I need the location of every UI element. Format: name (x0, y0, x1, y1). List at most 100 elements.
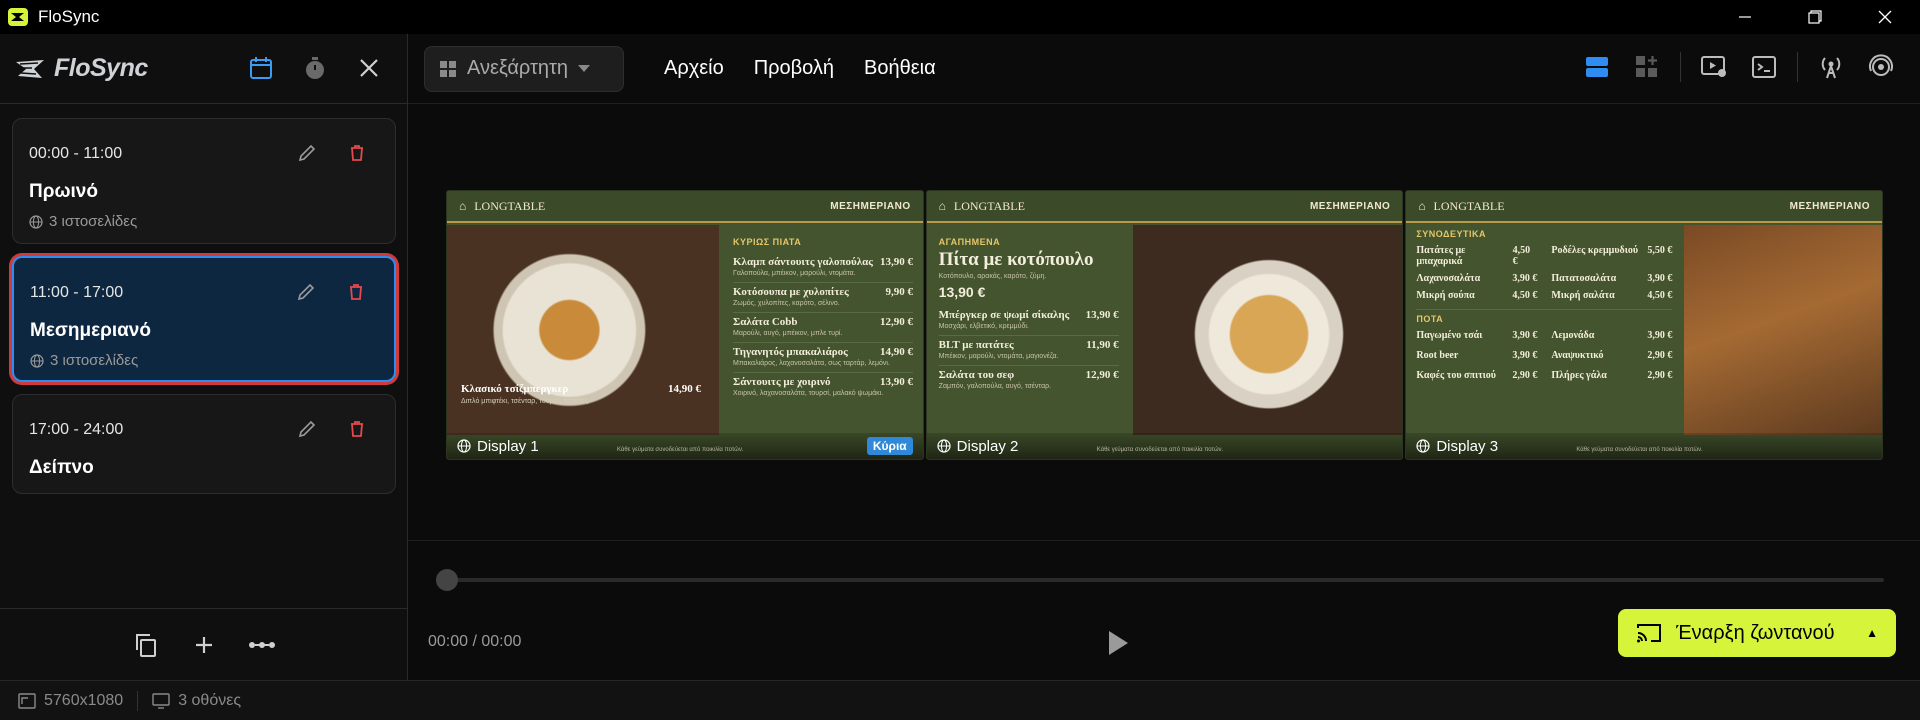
item-desc: Γαλοπούλα, μπέικον, μαρούλι, ντομάτα. (733, 270, 856, 277)
board-header: ⌂ LONGTABLE ΜΕΣΗΜΕΡΙΑΝΟ (926, 191, 1403, 223)
flosync-logo-icon (16, 59, 44, 78)
item-name: Πλήρες γάλα (1551, 370, 1607, 381)
main-area: Ανεξάρτητη Αρχείο Προβολή Βοήθεια ⌂ LONG… (408, 34, 1920, 680)
item-desc: Μπακαλιάρος, λαχανοσαλάτα, σως ταρτάρ, λ… (733, 360, 890, 367)
add-schedule-button[interactable] (190, 631, 218, 659)
board-brand: LONGTABLE (474, 198, 546, 213)
play-icon (1109, 631, 1128, 655)
display-canvas: ⌂ LONGTABLE ΜΕΣΗΜΕΡΙΑΝΟ Κλασικό τσίζμπεργ… (446, 190, 1884, 460)
item-desc: Ζωμός, χυλοπίτες, καρότο, σέλινο. (733, 300, 840, 307)
item-price: 3,90 € (1512, 350, 1538, 361)
play-button[interactable] (1098, 623, 1138, 663)
delete-schedule-button[interactable] (343, 415, 371, 443)
item-name: Λεμονάδα (1551, 330, 1595, 341)
schedule-title: Πρωινό (29, 181, 98, 202)
timer-button[interactable] (299, 52, 331, 84)
schedule-title: Μεσημεριανό (30, 320, 151, 341)
delete-schedule-button[interactable] (343, 139, 371, 167)
delete-icon (351, 145, 363, 161)
display-name: Display 1 (477, 437, 539, 455)
item-desc: Χοιρινό, λαχανοσαλάτα, τουρσί, μαλακό ψω… (733, 390, 884, 397)
delete-schedule-button[interactable] (342, 278, 370, 306)
display-2-preview[interactable]: ⌂ LONGTABLE ΜΕΣΗΜΕΡΙΑΝΟ ΑΓΑΠΗΜΕΝΑ Πίτα με… (925, 190, 1404, 460)
edit-schedule-button[interactable] (293, 415, 321, 443)
close-panel-button[interactable] (353, 52, 385, 84)
close-icon (360, 59, 378, 77)
item-price: 3,90 € (1512, 273, 1538, 284)
menu-file[interactable]: Αρχείο (664, 57, 724, 80)
section-heading: ΚΥΡΙΩΣ ΠΙΑΤΑ (733, 237, 802, 247)
grid-layout-button[interactable] (1630, 50, 1664, 84)
board-period: ΜΕΣΗΜΕΡΙΑΝΟ (1309, 200, 1391, 212)
edit-icon (298, 144, 316, 162)
more-options-button[interactable] (248, 631, 276, 659)
board-brand: LONGTABLE (953, 198, 1025, 213)
duplicate-button[interactable] (132, 631, 160, 659)
resolution-text: 5760x1080 (44, 691, 124, 709)
item-price: 5,50 € (1647, 245, 1673, 256)
edit-icon (297, 283, 315, 301)
menu-panel: ΣΥΝΟΔΕΥΤΙΚΑ Πατάτες με μπαχαρικά 4,50 € Ρ… (1406, 225, 1682, 435)
display-name: Display 3 (1436, 437, 1499, 455)
preview-settings-icon (1701, 56, 1726, 77)
featured-name: Κλασικό τσίζμπεργκερ (461, 383, 569, 395)
preview-settings-button[interactable] (1697, 50, 1731, 84)
item-price: 2,90 € (1647, 370, 1673, 381)
timeline-handle[interactable] (436, 569, 458, 591)
item-name: Ροδέλες κρεμμυδιού (1551, 245, 1639, 256)
brand-logo: FloSync (14, 54, 148, 83)
house-icon: ⌂ (459, 198, 467, 213)
item-price: 3,90 € (1512, 330, 1538, 341)
delete-icon (351, 421, 363, 437)
restore-button[interactable] (1780, 0, 1850, 34)
item-name: Πατατοσαλάτα (1551, 273, 1617, 284)
edit-schedule-button[interactable] (293, 139, 321, 167)
menu-help[interactable]: Βοήθεια (864, 57, 936, 80)
section-heading: ΠΟΤΑ (1416, 314, 1444, 324)
menu-item: BLT με πατάτες 11,90 € Μπέικον, μαρούλι, ν… (938, 336, 1119, 366)
schedule-time: 17:00 - 24:00 (29, 421, 124, 438)
menu-view[interactable]: Προβολή (754, 57, 834, 80)
item-name: Σάντουιτς με χοιρινό (733, 376, 831, 388)
schedule-card-breakfast[interactable]: 00:00 - 11:00 Πρωινό 3 ιστοσελίδες (12, 118, 396, 244)
layout-mode-select[interactable]: Ανεξάρτητη (424, 45, 624, 92)
schedule-card-dinner[interactable]: 17:00 - 24:00 Δείπνο (12, 394, 396, 494)
stack-layout-button[interactable] (1580, 50, 1614, 84)
start-live-button[interactable]: Έναρξη ζωντανού ▲ (1618, 609, 1896, 657)
display-3-preview[interactable]: ⌂ LONGTABLE ΜΕΣΗΜΕΡΙΑΝΟ ΣΥΝΟΔΕΥΤΙΚΑ Πατάτ… (1405, 190, 1884, 460)
broadcast-button[interactable] (1814, 50, 1848, 84)
schedule-calendar-button[interactable] (245, 52, 277, 84)
console-button[interactable] (1747, 50, 1781, 84)
board-brand: LONGTABLE (1433, 198, 1505, 213)
board-period: ΜΕΣΗΜΕΡΙΑΝΟ (830, 200, 911, 212)
board-header: ⌂ LONGTABLE ΜΕΣΗΜΕΡΙΑΝΟ (1406, 191, 1883, 223)
menu-item: Σαλάτα του σεφ 12,90 € Ζαμπόν, γαλοπούλα, … (939, 366, 1119, 395)
sides-grid: Πατάτες με μπαχαρικά 4,50 € Ροδέλες κρεμμ… (1416, 245, 1672, 301)
featured-price: 13,90 € (938, 284, 986, 300)
resolution-status: 5760x1080 (18, 692, 123, 710)
close-window-button[interactable] (1850, 0, 1920, 34)
edit-schedule-button[interactable] (292, 278, 320, 306)
start-live-label: Έναρξη ζωντανού (1676, 621, 1835, 644)
item-price: 12,90 € (880, 316, 913, 328)
layout-mode-value: Ανεξάρτητη (467, 57, 569, 79)
item-name: Μικρή σαλάτα (1551, 290, 1615, 301)
cast-button[interactable] (1864, 50, 1898, 84)
delete-icon (350, 284, 362, 300)
schedule-card-lunch[interactable]: 11:00 - 17:00 Μεσημεριανό 3 ιστοσελίδες (12, 256, 396, 382)
featured-price: 14,90 € (668, 383, 701, 395)
house-icon: ⌂ (938, 198, 946, 213)
display-1-preview[interactable]: ⌂ LONGTABLE ΜΕΣΗΜΕΡΙΑΝΟ Κλασικό τσίζμπεργ… (446, 190, 924, 460)
item-name: Κλαμπ σάντουιτς γαλοπούλας (733, 256, 873, 268)
minimize-button[interactable] (1710, 0, 1780, 34)
drink-item: Παγωμένο τσάι 3,90 € (1416, 330, 1537, 341)
brand-name: FloSync (54, 54, 148, 82)
board-header: ⌂ LONGTABLE ΜΕΣΗΜΕΡΙΑΝΟ (447, 191, 923, 223)
timeline-track[interactable] (444, 578, 1884, 582)
item-name: Σαλάτα του σεφ (938, 369, 1015, 381)
item-desc: Ζαμπόν, γαλοπούλα, αυγό, τσένταρ. (938, 383, 1052, 390)
drinks-grid: Παγωμένο τσάι 3,90 € Λεμονάδα 3,90 € Root … (1416, 330, 1672, 381)
drink-item: Πλήρες γάλα 2,90 € (1551, 370, 1672, 381)
globe-icon (937, 439, 951, 453)
sidebar-header: FloSync (0, 34, 407, 104)
